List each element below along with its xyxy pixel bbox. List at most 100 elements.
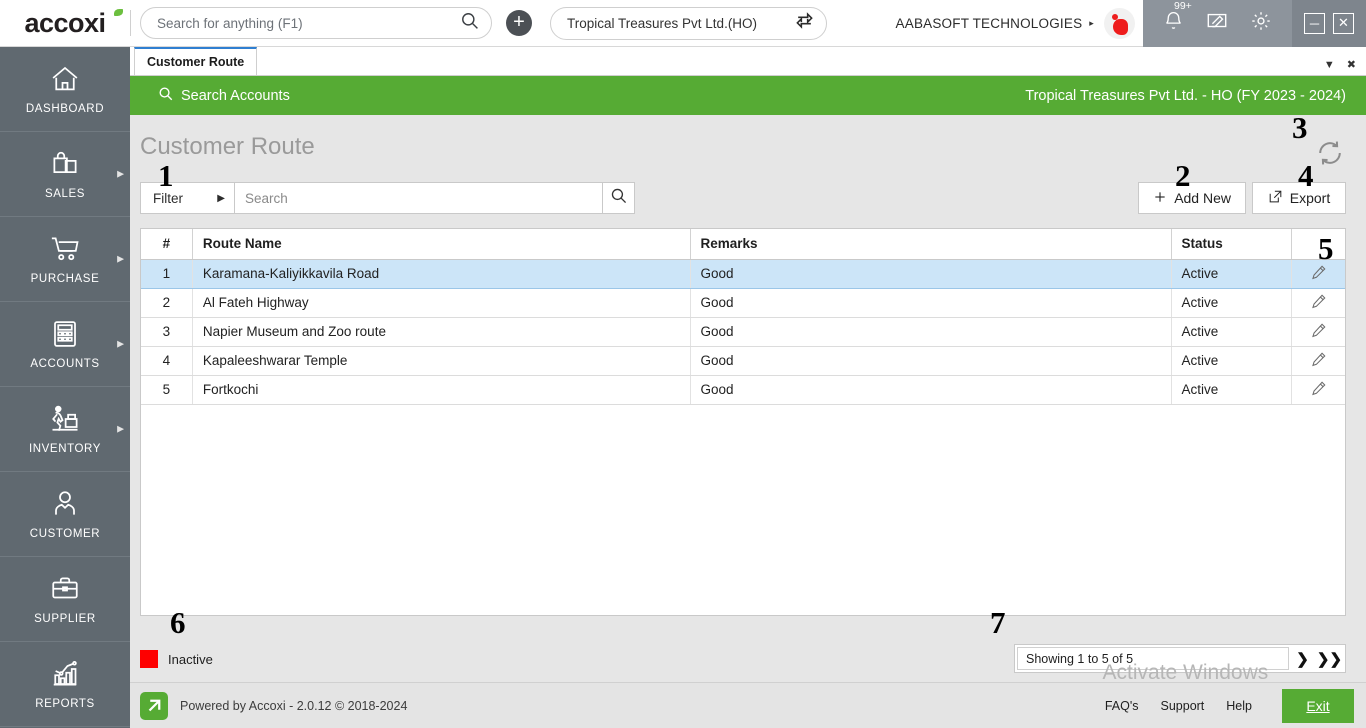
cell-route-name: Kapaleeshwarar Temple (192, 346, 690, 375)
filter-search-box: Filter ▶ (140, 182, 635, 214)
inactive-color-swatch (140, 650, 158, 668)
sidebar-item-dashboard[interactable]: DASHBOARD (0, 47, 130, 132)
sidebar-item-label: CUSTOMER (30, 528, 100, 540)
search-icon (610, 187, 627, 209)
help-link[interactable]: Help (1226, 699, 1252, 713)
table-row[interactable]: 2 Al Fateh Highway Good Active (141, 288, 1345, 317)
column-header-remarks[interactable]: Remarks (690, 229, 1171, 259)
chevron-right-icon: ▶ (117, 424, 124, 435)
pagination: Showing 1 to 5 of 5 ❯ ❯❯ (1014, 644, 1346, 673)
top-bar-right: AABASOFT TECHNOLOGIES ▸ 99+ (896, 0, 1366, 47)
sidebar-item-supplier[interactable]: SUPPLIER (0, 557, 130, 642)
tab-bar-actions: ▼ ✖ (1324, 58, 1366, 75)
sidebar-item-label: PURCHASE (31, 273, 100, 285)
avatar[interactable] (1104, 8, 1135, 39)
next-page-button[interactable]: ❯ (1289, 647, 1316, 671)
notification-bell[interactable]: 99+ (1163, 10, 1184, 36)
logo-divider (130, 10, 131, 36)
plus-icon (1153, 190, 1167, 207)
table-header: # Route Name Remarks Status (141, 229, 1345, 259)
table-row[interactable]: 4 Kapaleeshwarar Temple Good Active (141, 346, 1345, 375)
top-bar-icon-group: 99+ (1143, 0, 1292, 47)
shopping-bag-icon (49, 149, 81, 184)
avatar-blob (1113, 19, 1128, 35)
sidebar-item-accounts[interactable]: ACCOUNTS ▶ (0, 302, 130, 387)
column-header-index[interactable]: # (141, 229, 192, 259)
pencil-icon[interactable] (1310, 380, 1327, 400)
global-search-input[interactable] (157, 16, 460, 31)
add-button[interactable]: + (506, 10, 532, 36)
sidebar-item-sales[interactable]: SALES ▶ (0, 132, 130, 217)
export-button[interactable]: Export (1252, 182, 1346, 214)
cell-status: Active (1171, 375, 1291, 404)
status-bar-links: FAQ's Support Help Exit (1105, 689, 1366, 723)
global-search[interactable] (140, 7, 492, 39)
status-legend: Inactive (140, 650, 213, 668)
pencil-icon[interactable] (1310, 264, 1327, 284)
faq-link[interactable]: FAQ's (1105, 699, 1139, 713)
close-icon[interactable]: ✖ (1347, 58, 1356, 71)
export-label: Export (1290, 190, 1330, 206)
pencil-icon[interactable] (1310, 293, 1327, 313)
cell-actions (1291, 288, 1345, 317)
branch-selector[interactable]: Tropical Treasures Pvt Ltd.(HO) (550, 7, 827, 40)
add-new-label: Add New (1174, 190, 1231, 206)
routes-table-container: # Route Name Remarks Status 1 Karamana-K… (140, 228, 1346, 616)
search-accounts-button[interactable]: Search Accounts (158, 86, 290, 105)
exit-label: Exit (1306, 698, 1329, 714)
cell-actions (1291, 346, 1345, 375)
page-title: Customer Route (140, 133, 315, 161)
exit-button[interactable]: Exit (1282, 689, 1354, 723)
last-page-button[interactable]: ❯❯ (1316, 647, 1343, 671)
tab-customer-route[interactable]: Customer Route (134, 47, 257, 75)
search-input[interactable] (235, 183, 602, 213)
tab-bar: Customer Route ▼ ✖ (130, 47, 1366, 76)
switch-icon[interactable] (795, 11, 814, 35)
accoxi-arrow-icon (140, 692, 168, 720)
message-icon[interactable] (1206, 10, 1228, 37)
table-row[interactable]: 5 Fortkochi Good Active (141, 375, 1345, 404)
cell-remarks: Good (690, 375, 1171, 404)
tab-label: Customer Route (147, 55, 244, 69)
search-icon[interactable] (460, 11, 479, 35)
gear-icon[interactable] (1250, 10, 1272, 37)
table-row[interactable]: 1 Karamana-Kaliyikkavila Road Good Activ… (141, 259, 1345, 288)
cell-index: 4 (141, 346, 192, 375)
sidebar-item-label: REPORTS (35, 698, 95, 710)
pencil-icon[interactable] (1310, 322, 1327, 342)
chevron-down-icon[interactable]: ▼ (1324, 59, 1335, 71)
close-button[interactable]: ✕ (1333, 13, 1354, 34)
cell-route-name: Napier Museum and Zoo route (192, 317, 690, 346)
routes-table: # Route Name Remarks Status 1 Karamana-K… (141, 229, 1345, 405)
support-link[interactable]: Support (1161, 699, 1205, 713)
company-fiscal-year-label: Tropical Treasures Pvt Ltd. - HO (FY 202… (1025, 88, 1346, 104)
sidebar-item-label: SUPPLIER (34, 613, 96, 625)
page-header: Customer Route (130, 115, 1366, 178)
pencil-icon[interactable] (1310, 351, 1327, 371)
powered-by-label: Powered by Accoxi - 2.0.12 © 2018-2024 (180, 699, 407, 713)
cell-actions (1291, 375, 1345, 404)
filter-dropdown[interactable]: Filter ▶ (141, 183, 235, 213)
column-header-route-name[interactable]: Route Name (192, 229, 690, 259)
minimize-button[interactable]: ─ (1304, 13, 1325, 34)
company-menu[interactable]: AABASOFT TECHNOLOGIES ▸ (896, 16, 1104, 31)
sidebar-item-purchase[interactable]: PURCHASE ▶ (0, 217, 130, 302)
inactive-legend-label: Inactive (168, 652, 213, 667)
table-body: 1 Karamana-Kaliyikkavila Road Good Activ… (141, 259, 1345, 404)
briefcase-icon (49, 574, 81, 609)
sidebar-item-customer[interactable]: CUSTOMER (0, 472, 130, 557)
add-new-button[interactable]: Add New (1138, 182, 1246, 214)
sidebar-item-label: SALES (45, 188, 85, 200)
refresh-icon[interactable] (1316, 139, 1344, 172)
workspace: Customer Route ▼ ✖ Search Accounts Tropi… (130, 47, 1366, 728)
app-logo-text: accoxi (24, 8, 105, 39)
sidebar-item-reports[interactable]: REPORTS (0, 642, 130, 727)
shopping-cart-icon (48, 234, 82, 269)
chevron-right-icon: ▸ (1089, 18, 1094, 29)
column-header-status[interactable]: Status (1171, 229, 1291, 259)
cell-remarks: Good (690, 259, 1171, 288)
sidebar-item-inventory[interactable]: INVENTORY ▶ (0, 387, 130, 472)
search-accounts-label: Search Accounts (181, 88, 290, 104)
table-row[interactable]: 3 Napier Museum and Zoo route Good Activ… (141, 317, 1345, 346)
search-button[interactable] (602, 183, 634, 213)
